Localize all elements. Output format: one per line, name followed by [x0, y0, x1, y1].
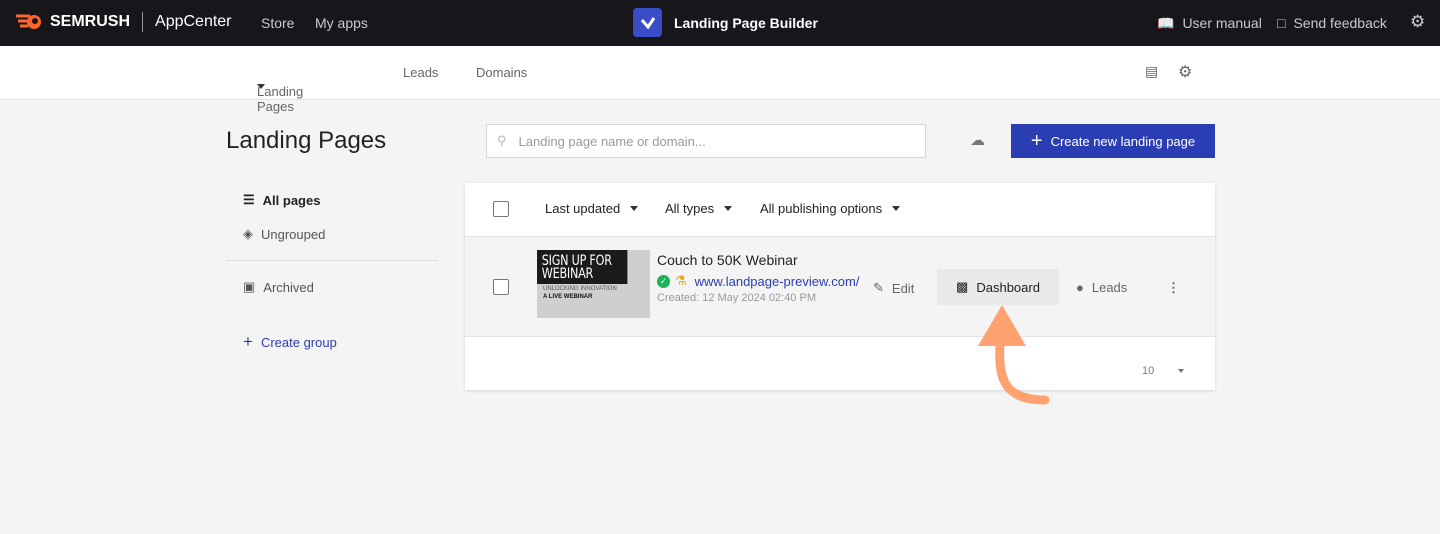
sidebar-item-all-pages[interactable]: ☰ All pages — [243, 192, 320, 208]
page-url-link[interactable]: www.landpage-preview.com/ — [695, 274, 860, 289]
brand-name: SEMRUSH — [50, 13, 131, 30]
search-placeholder: Landing page name or domain... — [518, 133, 706, 149]
edit-button[interactable]: ✎ Edit — [873, 280, 914, 296]
app-title-text: Landing Page Builder — [674, 14, 818, 31]
send-feedback-link[interactable]: □ Send feedback — [1277, 15, 1387, 31]
settings-gear-icon[interactable]: ⚙ — [1410, 12, 1425, 32]
row-checkbox[interactable] — [493, 279, 509, 295]
book-icon: 📖 — [1157, 15, 1175, 31]
nav-store[interactable]: Store — [261, 15, 294, 31]
rows-per-page-select[interactable]: 10 — [1142, 365, 1185, 377]
published-check-icon: ✓ — [657, 274, 670, 288]
tab-domains[interactable]: Domains — [476, 65, 527, 80]
plus-icon: + — [1030, 129, 1043, 152]
top-bar: SEMRUSH AppCenter Store My apps Landing … — [0, 0, 1440, 46]
person-icon: ● — [1076, 280, 1084, 295]
upload-cloud-icon[interactable]: ☁ — [970, 131, 985, 149]
settings-icon[interactable]: ⚙ — [1178, 62, 1192, 82]
search-icon: ⚲ — [497, 133, 507, 148]
archive-icon: ▣ — [243, 279, 256, 294]
nav-my-apps[interactable]: My apps — [315, 15, 368, 31]
semrush-logo[interactable]: SEMRUSH AppCenter — [14, 12, 232, 32]
annotation-arrow-icon — [978, 305, 1050, 405]
landing-page-builder-icon — [633, 8, 662, 37]
plus-icon: + — [243, 332, 253, 351]
create-group-button[interactable]: + Create group — [243, 332, 337, 352]
tab-leads[interactable]: Leads — [403, 65, 438, 80]
sidebar-item-archived[interactable]: ▣ Archived — [243, 279, 314, 295]
chevron-down-icon — [1178, 369, 1185, 373]
flask-icon: ⚗ — [675, 273, 687, 288]
table-row: SIGN UP FOR WEBINAR UNLOCKING INNOVATION… — [465, 236, 1215, 337]
sort-dropdown[interactable]: Last updated — [545, 201, 639, 216]
sidebar-item-ungrouped[interactable]: ◈ Ungrouped — [243, 226, 325, 242]
chevron-down-icon — [892, 206, 901, 211]
comment-icon: □ — [1277, 15, 1286, 31]
page-title: Landing Pages — [226, 127, 387, 154]
publishing-dropdown[interactable]: All publishing options — [760, 201, 901, 216]
sub-navigation: Landing Pages Leads Domains ▤ ⚙ — [0, 46, 1440, 114]
list-icon: ☰ — [243, 192, 255, 207]
chevron-down-icon — [724, 206, 733, 211]
more-options-icon[interactable]: ⋮ — [1167, 280, 1180, 296]
created-date: Created: 12 May 2024 02:40 PM — [657, 292, 816, 304]
layers-icon: ◈ — [243, 226, 253, 241]
page-thumbnail[interactable]: SIGN UP FOR WEBINAR UNLOCKING INNOVATION… — [537, 250, 650, 318]
sidebar-divider — [226, 260, 438, 261]
select-all-checkbox[interactable] — [493, 201, 509, 217]
types-dropdown[interactable]: All types — [665, 201, 733, 216]
app-title: Landing Page Builder — [633, 8, 818, 37]
leads-button[interactable]: ● Leads — [1076, 280, 1127, 295]
create-landing-page-button[interactable]: + Create new landing page — [1011, 124, 1215, 158]
user-manual-link[interactable]: 📖 User manual — [1157, 15, 1262, 32]
pencil-icon: ✎ — [873, 280, 884, 295]
landing-pages-table: Last updated All types All publishing op… — [465, 183, 1215, 390]
chevron-down-icon — [257, 84, 265, 89]
analytics-icon[interactable]: ▤ — [1145, 63, 1158, 80]
semrush-fire-icon — [16, 14, 41, 29]
dashboard-icon: ▩ — [956, 279, 969, 294]
chevron-down-icon — [630, 206, 639, 211]
product-name: AppCenter — [155, 13, 232, 30]
search-input[interactable]: ⚲ Landing page name or domain... — [486, 124, 926, 158]
page-title-link[interactable]: Couch to 50K Webinar — [657, 252, 798, 268]
